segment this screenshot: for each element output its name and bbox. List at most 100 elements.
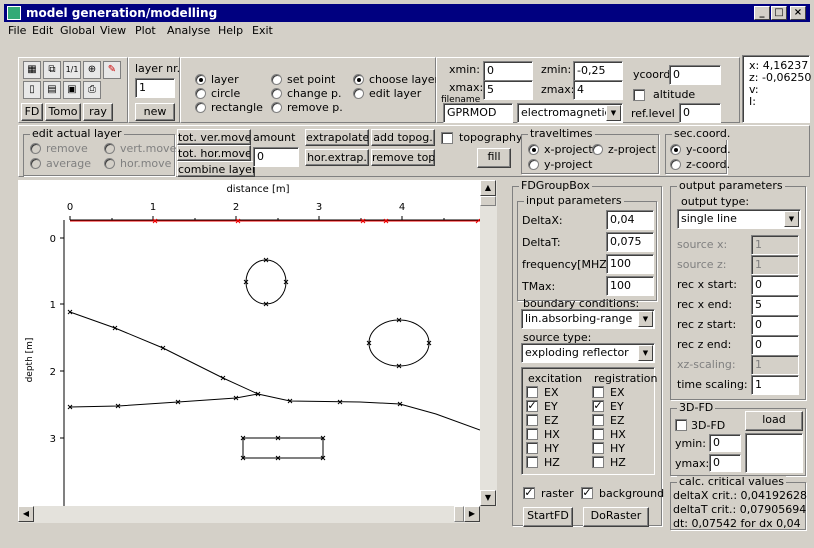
rec-z-end-input[interactable]: 0 [751, 335, 799, 355]
print-icon[interactable]: ⎙ [83, 81, 101, 99]
do-raster-button[interactable]: DoRaster [583, 507, 649, 527]
source-z-input[interactable]: 1 [751, 255, 799, 275]
new-file-icon[interactable]: ▯ [23, 81, 41, 99]
radio-vert-move[interactable] [104, 143, 115, 154]
scroll-right-icon[interactable]: ▶ [464, 506, 480, 522]
radio-z-coord[interactable] [670, 159, 681, 170]
ymax-input[interactable]: 0 [709, 454, 741, 472]
tab-tomo[interactable]: Tomo [45, 103, 81, 121]
radio-set-point[interactable] [271, 74, 282, 85]
registration-ex-checkbox[interactable] [592, 386, 604, 398]
scroll-left-icon[interactable]: ◀ [18, 506, 34, 522]
menu-file[interactable]: File [8, 24, 26, 37]
tab-ray[interactable]: ray [83, 103, 113, 121]
radio-layer[interactable] [195, 74, 206, 85]
radio-edit-layer[interactable] [353, 88, 364, 99]
fill-button[interactable]: fill [477, 148, 511, 168]
new-layer-button[interactable]: new [135, 103, 175, 121]
menu-help[interactable]: Help [218, 24, 243, 37]
registration-ey-checkbox[interactable]: ✓ [592, 400, 604, 412]
radio-circle[interactable] [195, 88, 206, 99]
menu-plot[interactable]: Plot [135, 24, 156, 37]
start-fd-button[interactable]: StartFD [523, 507, 573, 527]
radio-x-project[interactable] [528, 144, 539, 155]
altitude-checkbox[interactable] [633, 89, 645, 101]
radio-choose-layer[interactable] [353, 74, 364, 85]
radio-hor-move[interactable] [104, 158, 115, 169]
vertical-scroll-thumb[interactable] [480, 196, 496, 206]
excitation-hy-checkbox[interactable] [526, 442, 538, 454]
scroll-down-icon[interactable]: ▼ [480, 490, 496, 506]
excitation-ez-checkbox[interactable] [526, 414, 538, 426]
radio-remove-p[interactable] [271, 102, 282, 113]
fd3d-checkbox[interactable] [675, 419, 687, 431]
rec-x-end-input[interactable]: 5 [751, 295, 799, 315]
registration-hy-checkbox[interactable] [592, 442, 604, 454]
raster-checkbox[interactable]: ✓ [523, 487, 535, 499]
tot-ver-move-button[interactable]: tot. ver.move [177, 129, 251, 145]
maximize-button[interactable]: □ [771, 6, 787, 20]
radio-rectangle[interactable] [195, 102, 206, 113]
radio-remove[interactable] [30, 143, 41, 154]
tmax-input[interactable]: 100 [606, 276, 654, 296]
reflevel-input[interactable]: 0 [679, 103, 721, 123]
radio-y-coord[interactable] [670, 144, 681, 155]
horizontal-scrollbar[interactable]: ◀ ▶ [18, 506, 480, 523]
minimize-button[interactable]: _ [754, 6, 770, 20]
open-icon[interactable]: ▤ [43, 81, 61, 99]
combine-layers-button[interactable]: combine layers [177, 161, 255, 177]
radio-change-p[interactable] [271, 88, 282, 99]
boundary-select[interactable]: lin.absorbing-range ▼ [521, 309, 655, 329]
add-topog-button[interactable]: add topog. [371, 129, 435, 146]
title-bar[interactable]: model generation/modelling _ □ × [4, 4, 810, 22]
zmax-input[interactable]: 4 [573, 80, 623, 100]
menu-view[interactable]: View [100, 24, 126, 37]
vertical-scrollbar[interactable]: ▲ ▼ [480, 180, 497, 506]
amount-input[interactable]: 0 [253, 147, 299, 167]
radio-y-project[interactable] [528, 159, 539, 170]
frequency-input[interactable]: 100 [606, 254, 654, 274]
tab-fd[interactable]: FD [21, 103, 43, 121]
menu-global[interactable]: Global [60, 24, 95, 37]
registration-hx-checkbox[interactable] [592, 428, 604, 440]
topography-checkbox[interactable] [441, 132, 453, 144]
scale-icon[interactable]: 1/1 [63, 61, 81, 79]
grid-icon[interactable]: ▦ [23, 61, 41, 79]
deltat-input[interactable]: 0,075 [606, 232, 654, 252]
close-button[interactable]: × [790, 6, 806, 20]
load-button[interactable]: load [745, 411, 803, 431]
hor-extrap-button[interactable]: hor.extrap. [305, 149, 369, 166]
deltax-input[interactable]: 0,04 [606, 210, 654, 230]
source-x-input[interactable]: 1 [751, 235, 799, 255]
background-checkbox[interactable]: ✓ [581, 487, 593, 499]
remove-top-button[interactable]: remove top. [371, 149, 435, 166]
tot-hor-move-button[interactable]: tot. hor.move [177, 145, 251, 161]
menu-analyse[interactable]: Analyse [167, 24, 210, 37]
radio-z-project[interactable] [592, 144, 603, 155]
copy-icon[interactable]: ⧉ [43, 61, 61, 79]
source-type-select[interactable]: exploding reflector ▼ [521, 343, 655, 363]
excitation-ey-checkbox[interactable]: ✓ [526, 400, 538, 412]
xmin-input[interactable]: 0 [483, 61, 533, 81]
xz-scaling-input[interactable]: 1 [751, 355, 799, 375]
scroll-up-icon[interactable]: ▲ [480, 180, 496, 196]
ycoord-input[interactable]: 0 [669, 65, 721, 85]
save-icon[interactable]: ▣ [63, 81, 81, 99]
excitation-ex-checkbox[interactable] [526, 386, 538, 398]
xmax-input[interactable]: 5 [483, 80, 533, 100]
radio-average[interactable] [30, 158, 41, 169]
menu-exit[interactable]: Exit [252, 24, 273, 37]
zmin-input[interactable]: -0,25 [573, 61, 623, 81]
pen-icon[interactable]: ✎ [103, 61, 121, 79]
zoom-icon[interactable]: ⊕ [83, 61, 101, 79]
rec-z-start-input[interactable]: 0 [751, 315, 799, 335]
registration-ez-checkbox[interactable] [592, 414, 604, 426]
excitation-hz-checkbox[interactable] [526, 456, 538, 468]
layer-nr-spinner[interactable]: 1 [135, 78, 175, 98]
wave-type-select[interactable]: electromagnetic ▼ [517, 103, 623, 123]
ymin-input[interactable]: 0 [709, 434, 741, 452]
menu-edit[interactable]: Edit [32, 24, 53, 37]
horizontal-scroll-thumb[interactable] [454, 506, 464, 522]
time-scaling-input[interactable]: 1 [751, 375, 799, 395]
excitation-hx-checkbox[interactable] [526, 428, 538, 440]
